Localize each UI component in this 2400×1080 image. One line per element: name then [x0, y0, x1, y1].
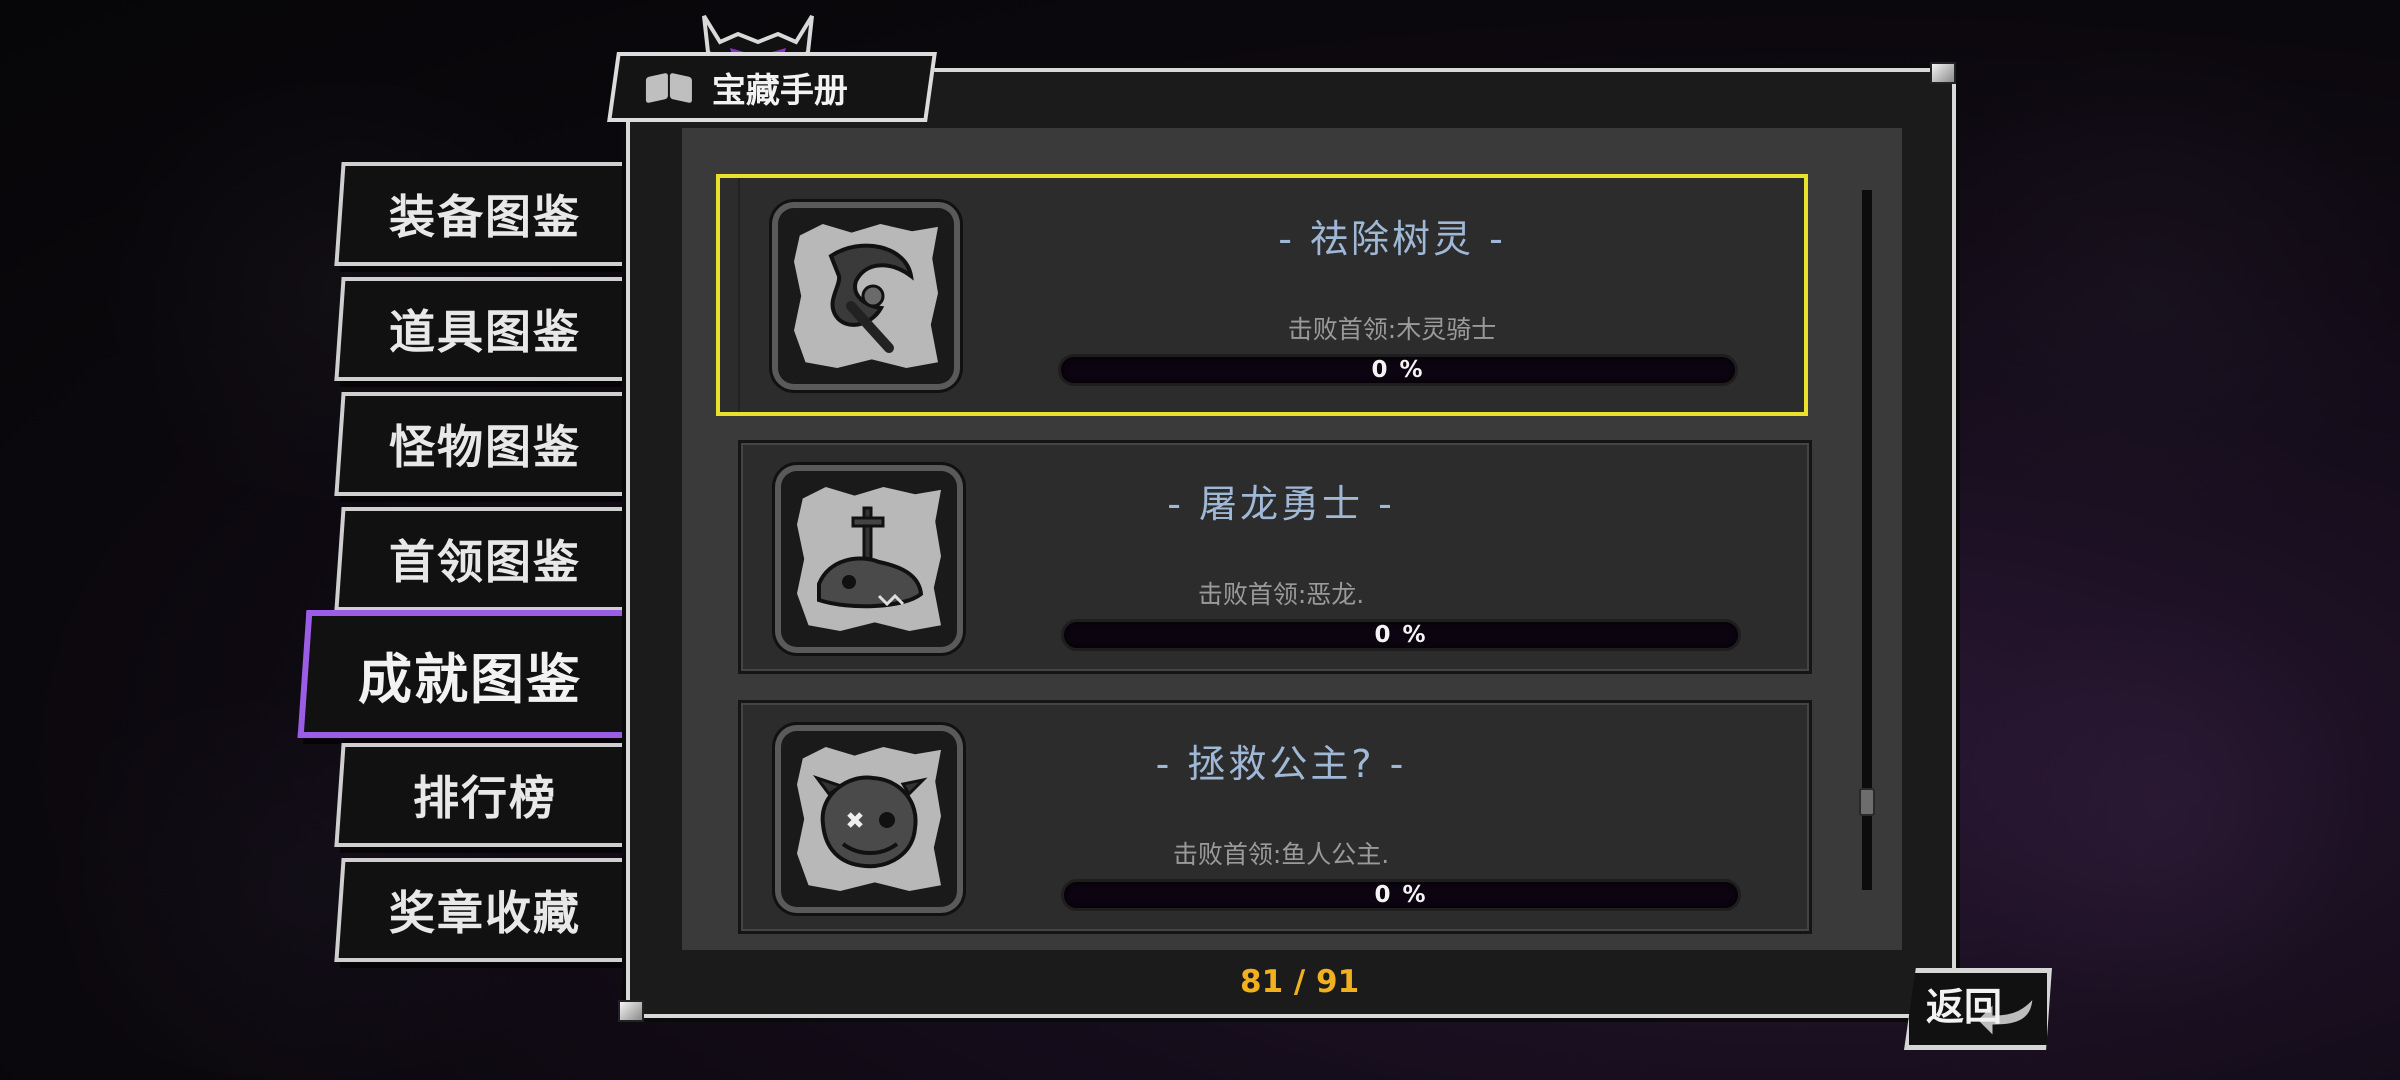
achievement-icon-frame: [781, 731, 957, 907]
background-shape: [1900, 40, 2400, 540]
achievement-title: - 拯救公主? -: [1155, 742, 1407, 786]
nav-item-items-codex[interactable]: 道具图鉴: [334, 277, 632, 381]
back-button[interactable]: 返回: [1904, 968, 2052, 1050]
nav-item-label: 道具图鉴: [389, 305, 581, 359]
book-icon: [646, 70, 694, 104]
achievement-title: - 祛除树灵 -: [1278, 217, 1506, 261]
achievement-icon-frame: [778, 208, 954, 384]
nav-item-label: 首领图鉴: [389, 535, 581, 589]
nav-item-monster-codex[interactable]: 怪物图鉴: [334, 392, 632, 496]
progress-text: 0 %: [1374, 622, 1428, 648]
nav-item-medal-collection[interactable]: 奖章收藏: [334, 858, 632, 962]
nav-item-label: 怪物图鉴: [389, 420, 581, 474]
nav-item-boss-codex[interactable]: 首领图鉴: [334, 507, 632, 611]
scrollbar-track[interactable]: [1859, 190, 1875, 890]
achievement-counter: 81 / 91: [1240, 964, 1360, 1000]
scythe-icon: [828, 243, 914, 353]
background-shape: [1950, 600, 2370, 1020]
achievement-progress-bar: 0 %: [1061, 879, 1741, 911]
dragon-skull-sword-icon: [817, 506, 924, 609]
scrollbar-thumb[interactable]: [1859, 788, 1875, 817]
achievement-card[interactable]: - 屠龙勇士 - 击败首领:恶龙. 0 %: [738, 440, 1812, 674]
achievement-card[interactable]: - 拯救公主? - 击败首领:鱼人公主. 0 %: [738, 700, 1812, 934]
window-title-tab: 宝藏手册: [607, 52, 937, 122]
achievement-card[interactable]: - 祛除树灵 - 击败首领:木灵骑士 0 %: [716, 174, 1808, 416]
achievement-title: - 屠龙勇士 -: [1167, 482, 1395, 526]
nav-item-achievement-codex[interactable]: 成就图鉴: [297, 610, 637, 738]
nav-item-label: 排行榜: [413, 771, 557, 825]
nav-item-leaderboard[interactable]: 排行榜: [334, 743, 632, 847]
nav-item-equipment-codex[interactable]: 装备图鉴: [334, 162, 632, 266]
back-button-label: 返回: [1926, 985, 2003, 1029]
window-title: 宝藏手册: [712, 70, 848, 111]
panel-corner-rivet: [1930, 62, 1956, 84]
achievement-progress-bar: 0 %: [1061, 619, 1741, 651]
panel-corner-rivet: [618, 1000, 644, 1022]
achievement-icon-frame: [781, 471, 957, 647]
achievement-description: 击败首领:恶龙.: [1197, 580, 1365, 609]
nav-item-label: 装备图鉴: [389, 190, 581, 244]
achievement-description: 击败首领:鱼人公主.: [1172, 840, 1390, 869]
progress-text: 0 %: [1371, 357, 1425, 383]
achievement-description: 击败首领:木灵骑士: [1287, 315, 1497, 344]
nav-item-label: 奖章收藏: [389, 886, 581, 940]
progress-text: 0 %: [1374, 882, 1428, 908]
achievement-progress-bar: 0 %: [1058, 354, 1738, 386]
nav-item-label: 成就图鉴: [358, 647, 582, 711]
fish-princess-icon: [812, 775, 928, 869]
